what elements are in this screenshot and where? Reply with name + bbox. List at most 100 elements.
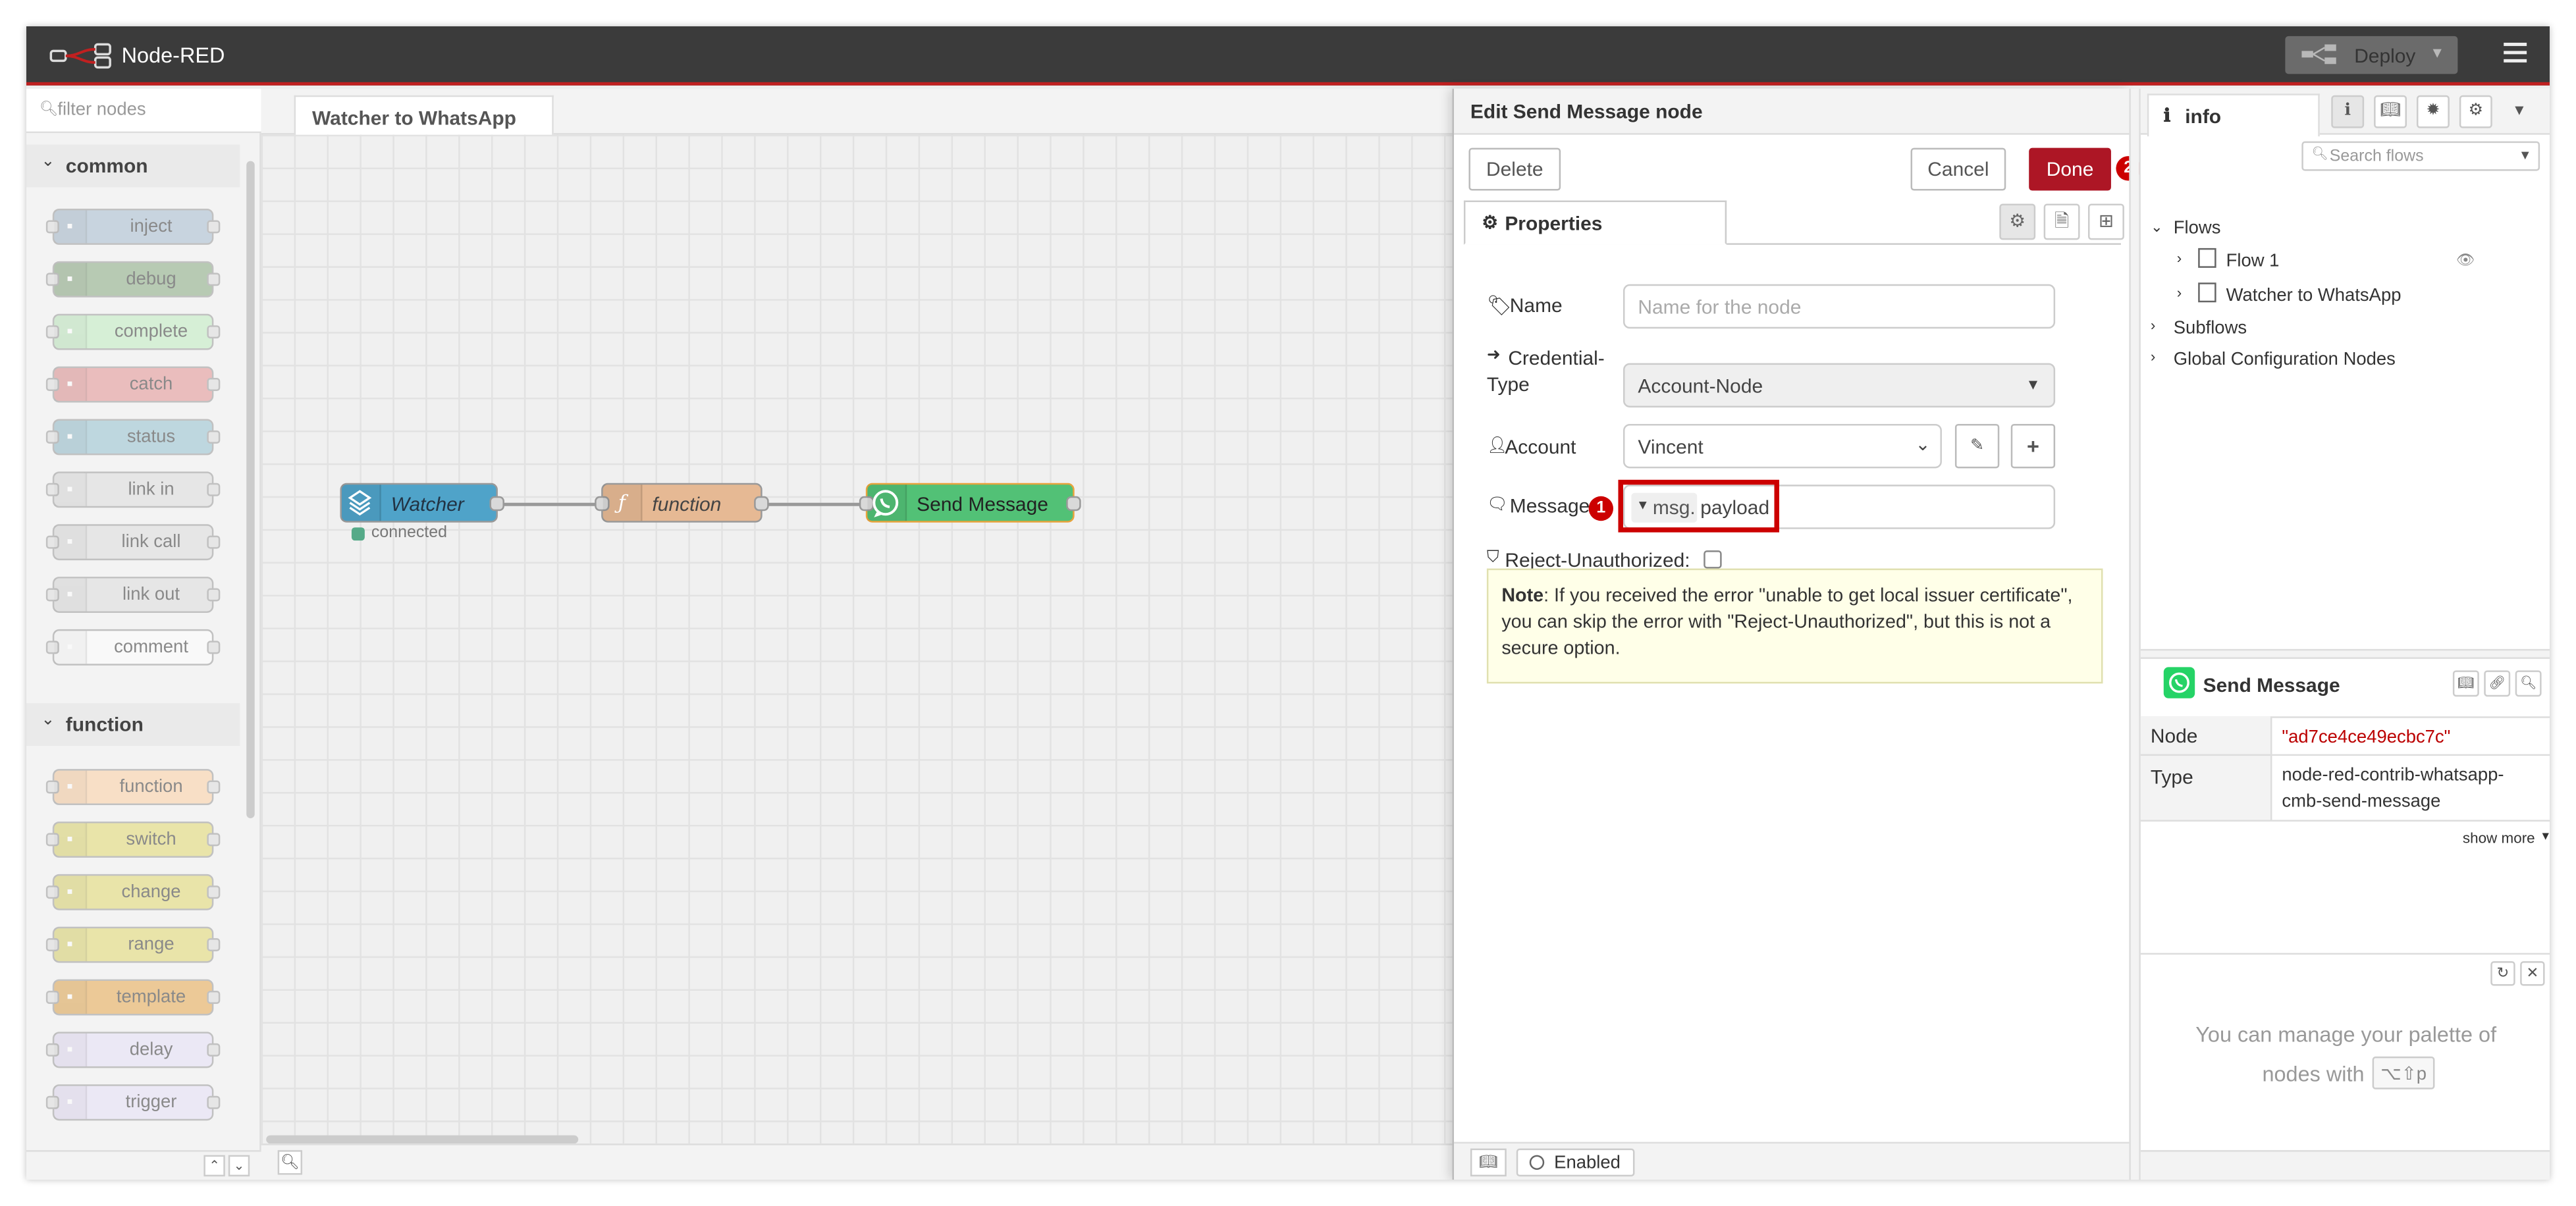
palette-node[interactable]: ▪ status <box>45 419 221 456</box>
delete-button[interactable]: Delete <box>1468 147 1561 191</box>
deploy-button[interactable]: Deploy ▼ <box>2285 36 2458 74</box>
tag-icon: 🏷︎ <box>1486 294 1512 317</box>
done-button[interactable]: Done <box>2029 147 2111 191</box>
header-bar: Node-RED Deploy ▼ <box>26 26 2550 86</box>
palette-node[interactable]: ▪ trigger <box>45 1084 221 1121</box>
palette-node[interactable]: ▪ link in <box>45 471 221 508</box>
close-icon[interactable]: ✕ <box>2520 961 2545 986</box>
palette-node-port <box>207 833 221 847</box>
palette-node[interactable]: ▪ debug <box>45 261 221 298</box>
output-port[interactable] <box>489 496 504 511</box>
tree-flow-1[interactable]: Flow 1 <box>2226 251 2280 271</box>
settings-tab-icon[interactable]: ⚙ <box>1999 203 2036 240</box>
palette-node[interactable]: ▪ range <box>45 926 221 963</box>
palette-node-port <box>207 991 221 1005</box>
flow-node-send-message[interactable]: Send Message <box>859 483 1081 523</box>
chevron-down-icon: ⌄ <box>41 711 55 730</box>
palette-node-label: template <box>116 987 186 1007</box>
info-tab-icon[interactable]: ℹ <box>2331 95 2365 128</box>
wire[interactable] <box>764 502 866 506</box>
palette-node[interactable]: ▪ link call <box>45 524 221 561</box>
tab-properties[interactable]: ⚙ Properties <box>1463 200 1727 245</box>
node-key: Node <box>2150 724 2198 748</box>
tree-subflows[interactable]: Subflows <box>2174 319 2247 338</box>
add-account-button[interactable]: + <box>2010 423 2056 469</box>
palette-filter[interactable]: 🔍︎ filter nodes <box>26 88 261 134</box>
appearance-tab-icon[interactable]: ⊞ <box>2088 203 2124 240</box>
enabled-toggle[interactable]: Enabled <box>1516 1148 1635 1177</box>
output-port[interactable] <box>754 496 769 511</box>
credential-type-select[interactable]: Account-Node ▼ <box>1623 363 2056 407</box>
wire[interactable] <box>499 502 602 506</box>
show-more-link[interactable]: show more <box>2463 829 2535 846</box>
chevron-right-icon[interactable]: › <box>2177 284 2182 301</box>
highlight-box <box>1618 479 1779 533</box>
palette-node-port <box>207 325 221 339</box>
description-tab-icon[interactable]: 🗎︎ <box>2043 203 2080 240</box>
main-menu-icon[interactable] <box>2504 42 2527 63</box>
chevron-right-icon[interactable]: › <box>2177 249 2182 266</box>
refresh-icon[interactable]: ↻ <box>2490 961 2515 986</box>
canvas-hscrollbar[interactable] <box>266 1135 579 1144</box>
edit-account-button[interactable]: ✎ <box>1954 423 2000 469</box>
sidebar-menu-caret-icon[interactable]: ▼ <box>2512 102 2527 118</box>
deploy-caret-icon[interactable]: ▼ <box>2430 44 2444 61</box>
palette-category-common[interactable]: ⌄ common <box>26 144 240 188</box>
collapse-all-icon[interactable]: ⌃ <box>203 1155 225 1177</box>
tip-line-2: nodes with <box>2262 1061 2365 1086</box>
caret-down-icon: ▼ <box>2026 376 2041 393</box>
whatsapp-icon <box>2163 667 2195 698</box>
palette-node[interactable]: ▪ catch <box>45 366 221 403</box>
tree-flows[interactable]: ⌄ <box>2151 217 2163 236</box>
debug-tab-icon[interactable]: ✹ <box>2416 95 2450 128</box>
eye-icon[interactable]: 👁︎ <box>2456 251 2475 269</box>
tab-info[interactable]: ℹ info <box>2147 93 2320 137</box>
palette-node-port <box>207 220 221 234</box>
chevron-right-icon[interactable]: › <box>2151 317 2155 334</box>
tree-global-config[interactable]: Global Configuration Nodes <box>2174 350 2396 370</box>
search-icon[interactable]: 🔍︎ <box>277 1150 303 1175</box>
account-select[interactable]: Vincent ⌄ <box>1623 423 1942 469</box>
search-flows-input[interactable]: 🔍︎ Search flows ▼ <box>2301 141 2540 171</box>
book-icon[interactable]: 📖︎ <box>1470 1148 1507 1177</box>
search-icon[interactable]: 🔍︎ <box>2515 670 2542 697</box>
palette-node[interactable]: ▪ function <box>45 769 221 805</box>
palette-node-icon: ▪ <box>54 420 88 454</box>
palette-node[interactable]: ▪ link out <box>45 577 221 613</box>
node-red-window: Node-RED Deploy ▼ 🔍︎ filter nodes ⌄ comm… <box>26 26 2550 1180</box>
sidebar-splitter[interactable] <box>2129 88 2139 1180</box>
tree-flow-2[interactable]: Watcher to WhatsApp <box>2226 286 2402 305</box>
help-tab-icon[interactable]: 📖︎ <box>2374 95 2407 128</box>
palette-node[interactable]: ▪ change <box>45 874 221 910</box>
reject-unauthorized-checkbox[interactable] <box>1704 550 1722 569</box>
flow-node-watcher[interactable]: Watcher <box>340 483 504 523</box>
chevron-right-icon[interactable]: › <box>2151 348 2155 365</box>
palette-category-function[interactable]: ⌄ function <box>26 703 240 747</box>
credential-label-2: Type <box>1486 373 1530 396</box>
link-icon[interactable]: 🔗︎ <box>2484 670 2511 697</box>
output-port[interactable] <box>1066 496 1081 511</box>
palette-node[interactable]: ▪ delay <box>45 1032 221 1068</box>
palette-node[interactable]: ▪ complete <box>45 313 221 350</box>
palette-node[interactable]: ▪ comment <box>45 629 221 666</box>
edit-tray: Edit Send Message node Delete Cancel Don… <box>1452 88 2141 1180</box>
flow-node-function[interactable]: ƒ function <box>595 483 769 523</box>
sidebar-section-splitter[interactable] <box>2140 648 2550 659</box>
palette-node-label: comment <box>114 637 188 658</box>
expand-all-icon[interactable]: ⌄ <box>228 1155 250 1177</box>
palette-node-label: function <box>119 777 183 797</box>
book-icon[interactable]: 📖︎ <box>2452 670 2479 697</box>
name-input[interactable]: Name for the node <box>1623 284 2056 329</box>
credential-type-value: Account-Node <box>1638 375 1763 398</box>
palette-node[interactable]: ▪ template <box>45 979 221 1016</box>
config-tab-icon[interactable]: ⚙ <box>2459 95 2492 128</box>
palette-node-port <box>207 378 221 392</box>
cancel-button[interactable]: Cancel <box>1910 147 2006 191</box>
flow-canvas[interactable]: Watcher connected ƒ function Send Messag… <box>261 134 1453 1144</box>
tip-line-1: You can manage your palette of <box>2195 1022 2497 1047</box>
app-title: Node-RED <box>121 42 225 68</box>
palette-scrollbar[interactable] <box>246 161 255 818</box>
tab-watcher-to-whatsapp[interactable]: Watcher to WhatsApp <box>294 95 554 137</box>
palette-node[interactable]: ▪ inject <box>45 208 221 245</box>
palette-node[interactable]: ▪ switch <box>45 821 221 858</box>
